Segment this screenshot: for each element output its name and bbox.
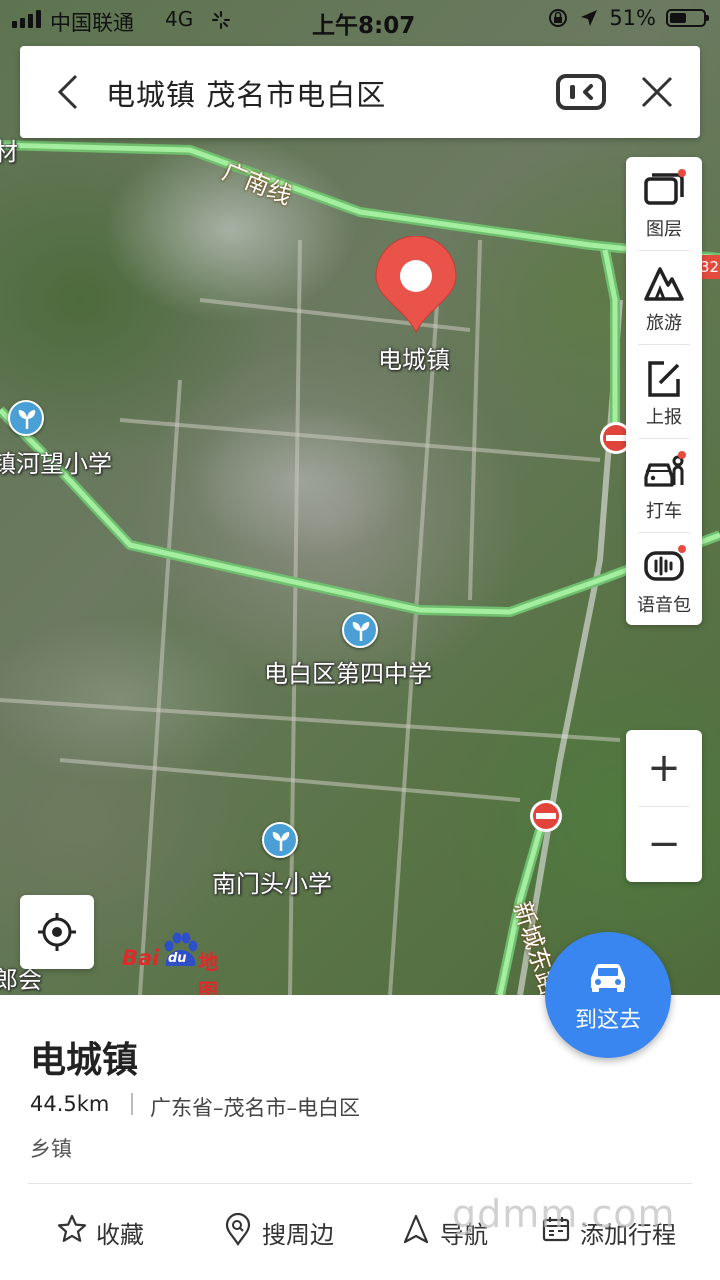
location-arrow-icon xyxy=(581,10,598,26)
watermark: gdmm.com xyxy=(452,1192,676,1236)
zoom-control: + − xyxy=(626,730,702,882)
map-tools-panel: 图层 旅游 上报 打车 语音包 xyxy=(626,157,702,625)
travel-icon xyxy=(644,267,684,301)
tool-label: 语音包 xyxy=(637,595,691,616)
crosshair-icon xyxy=(38,913,76,951)
badge-dot xyxy=(678,169,686,177)
selected-place-label[interactable]: 电城镇 xyxy=(378,340,450,375)
zoom-in-button[interactable]: + xyxy=(626,730,702,806)
place-distance: 44.5km xyxy=(30,1092,110,1116)
rotation-lock-icon xyxy=(549,9,568,27)
tool-voice-pack[interactable]: 语音包 xyxy=(626,533,702,627)
battery-percent: 51% xyxy=(609,6,656,30)
status-bar: 中国联通 4G 上午8:07 51% xyxy=(0,0,720,40)
zoom-out-button[interactable]: − xyxy=(626,806,702,882)
school-poi-icon[interactable] xyxy=(262,822,298,858)
school-poi-icon[interactable] xyxy=(8,400,44,436)
place-category: 乡镇 xyxy=(30,1137,72,1161)
poi-label-school[interactable]: 镇河望小学 xyxy=(0,444,112,479)
locate-me-button[interactable] xyxy=(20,895,94,969)
road-network xyxy=(0,140,720,995)
carrier-name: 中国联通 xyxy=(50,11,134,35)
signal-icon xyxy=(12,10,41,28)
loading-icon xyxy=(212,11,230,29)
go-here-label: 到这去 xyxy=(574,1008,641,1033)
tool-taxi[interactable]: 打车 xyxy=(626,439,702,533)
clock: 上午8:07 xyxy=(312,13,416,39)
car-icon xyxy=(591,963,625,992)
tool-label: 打车 xyxy=(646,501,682,522)
tool-travel[interactable]: 旅游 xyxy=(626,251,702,345)
poi-label-school[interactable]: 电白区第四中学 xyxy=(264,654,432,689)
poi-label-school[interactable]: 南门头小学 xyxy=(212,864,332,899)
voice-assistant-icon[interactable] xyxy=(555,72,607,112)
back-arrow-icon[interactable] xyxy=(50,72,90,112)
battery-icon xyxy=(666,9,709,27)
location-pin-icon[interactable] xyxy=(374,236,458,336)
star-icon xyxy=(57,1214,87,1242)
tool-label: 上报 xyxy=(646,407,682,428)
tool-label: 旅游 xyxy=(646,313,682,334)
go-here-button[interactable]: 到这去 xyxy=(545,932,671,1058)
map-view[interactable]: 广南线 新城东路 325 材 郎会 镇河望小学 电白区第四中学 南门头小学 电城… xyxy=(0,0,720,995)
divider xyxy=(28,1183,692,1184)
divider xyxy=(131,1093,133,1115)
close-icon[interactable] xyxy=(635,70,679,114)
search-title[interactable]: 电城镇 茂名市电白区 xyxy=(106,72,386,114)
report-icon xyxy=(648,361,680,397)
place-address: 广东省–茂名市–电白区 xyxy=(150,1096,360,1120)
badge-dot xyxy=(678,451,686,459)
navigation-icon xyxy=(403,1214,429,1244)
tool-label: 图层 xyxy=(646,219,682,240)
badge-dot xyxy=(678,545,686,553)
place-name: 电城镇 xyxy=(30,1040,139,1081)
map-edge-label: 材 xyxy=(0,138,18,166)
no-entry-icon xyxy=(530,800,562,832)
network-type: 4G xyxy=(165,7,194,31)
school-poi-icon[interactable] xyxy=(342,612,378,648)
tool-layers[interactable]: 图层 xyxy=(626,157,702,251)
location-search-icon xyxy=(225,1213,251,1246)
tool-report[interactable]: 上报 xyxy=(626,345,702,439)
search-header: 电城镇 茂名市电白区 xyxy=(20,46,700,138)
